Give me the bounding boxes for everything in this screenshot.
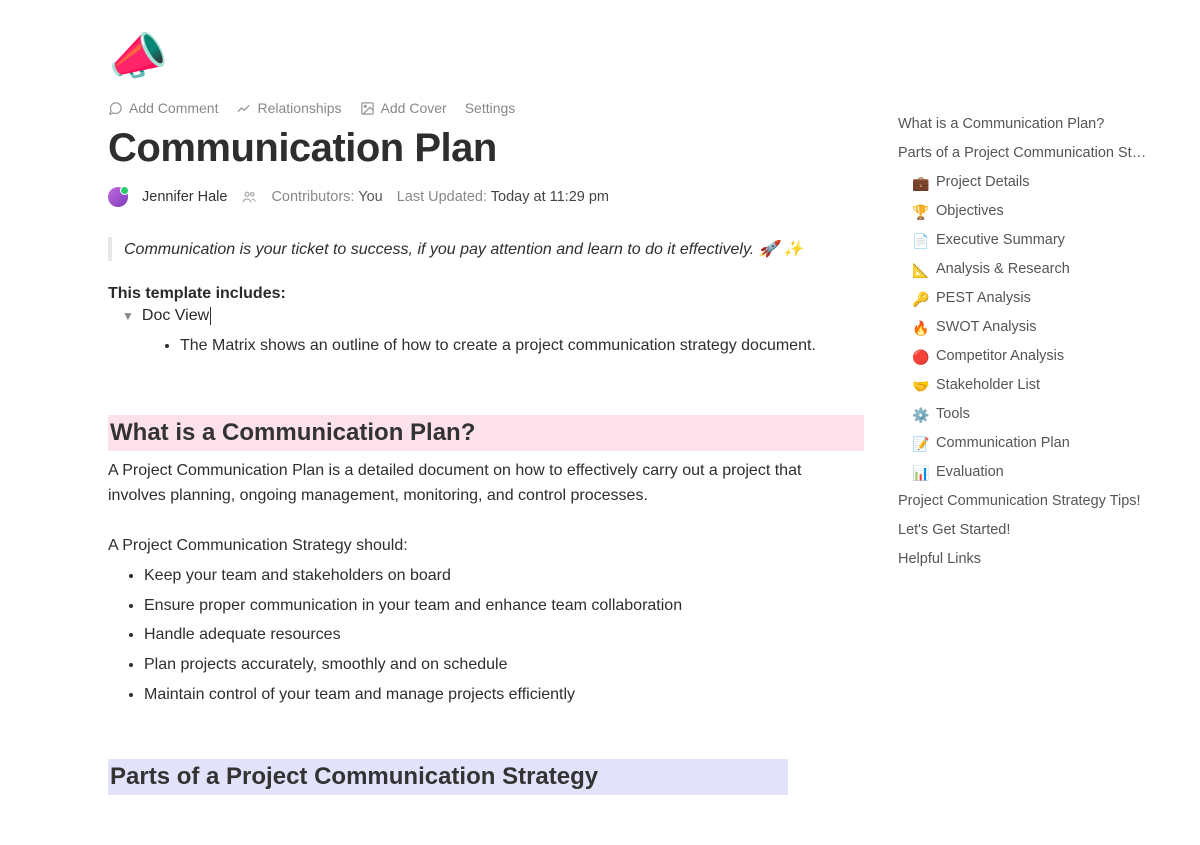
- page-toolbar: Add Comment Relationships Add Cover Sett…: [108, 100, 864, 116]
- handshake-icon: 🤝: [912, 372, 930, 400]
- outline-sub-link[interactable]: 💼Project Details: [898, 168, 1160, 197]
- list-item[interactable]: Handle adequate resources: [144, 620, 864, 650]
- settings-label: Settings: [465, 100, 516, 116]
- document-main: 📣 Add Comment Relationships Add Cover Se…: [108, 34, 864, 795]
- outline-link[interactable]: Project Communication Strategy Tips!: [898, 487, 1160, 516]
- page-meta: Jennifer Hale Contributors: You Last Upd…: [108, 187, 864, 207]
- outline-link[interactable]: Parts of a Project Communication St…: [898, 139, 1160, 168]
- relationships-button[interactable]: Relationships: [236, 100, 341, 116]
- image-icon: [360, 101, 375, 116]
- page-icon[interactable]: 📣: [105, 30, 171, 86]
- author-name[interactable]: Jennifer Hale: [142, 189, 227, 205]
- list-item[interactable]: Keep your team and stakeholders on board: [144, 561, 864, 591]
- outline-sub-label: SWOT Analysis: [936, 313, 1036, 342]
- outline-sub-label: Competitor Analysis: [936, 342, 1064, 371]
- doc-view-label: Doc View: [142, 307, 211, 325]
- section1-para[interactable]: A Project Communication Plan is a detail…: [108, 459, 848, 509]
- outline-sub-link[interactable]: 🤝Stakeholder List: [898, 371, 1160, 400]
- outline-sub-label: PEST Analysis: [936, 284, 1031, 313]
- add-cover-label: Add Cover: [381, 100, 447, 116]
- matrix-bullet[interactable]: The Matrix shows an outline of how to cr…: [180, 333, 864, 359]
- section1-bullets: Keep your team and stakeholders on board…: [108, 561, 864, 709]
- caret-down-icon: ▼: [122, 309, 134, 323]
- outline-sidebar: What is a Communication Plan? Parts of a…: [898, 110, 1160, 574]
- outline-sub-label: Project Details: [936, 168, 1029, 197]
- updated-label: Last Updated:: [397, 189, 487, 205]
- outline-sub-link[interactable]: 🔑PEST Analysis: [898, 284, 1160, 313]
- section-heading-parts[interactable]: Parts of a Project Communication Strateg…: [108, 759, 788, 795]
- section-heading-what-is[interactable]: What is a Communication Plan?: [108, 415, 864, 451]
- add-comment-button[interactable]: Add Comment: [108, 100, 218, 116]
- outline-sub-link[interactable]: 🔴Competitor Analysis: [898, 342, 1160, 371]
- comment-icon: [108, 101, 123, 116]
- updated-value: Today at 11:29 pm: [491, 189, 609, 205]
- settings-button[interactable]: Settings: [465, 100, 516, 116]
- red-circle-icon: 🔴: [912, 343, 930, 371]
- list-item[interactable]: Ensure proper communication in your team…: [144, 591, 864, 621]
- bar-chart-icon: 📊: [912, 459, 930, 487]
- quote-text: Communication is your ticket to success,…: [124, 241, 803, 258]
- memo-icon: 📝: [912, 430, 930, 458]
- outline-sub-label: Executive Summary: [936, 226, 1065, 255]
- add-cover-button[interactable]: Add Cover: [360, 100, 447, 116]
- outline-sub-label: Communication Plan: [936, 429, 1070, 458]
- outline-sub-link[interactable]: 🏆Objectives: [898, 197, 1160, 226]
- relationships-label: Relationships: [257, 100, 341, 116]
- outline-sub-label: Stakeholder List: [936, 371, 1040, 400]
- outline-sub-link[interactable]: 🔥SWOT Analysis: [898, 313, 1160, 342]
- briefcase-icon: 💼: [912, 169, 930, 197]
- outline-sub-link[interactable]: ⚙️Tools: [898, 400, 1160, 429]
- add-comment-label: Add Comment: [129, 100, 218, 116]
- doc-view-toggle[interactable]: ▼ Doc View: [108, 307, 864, 325]
- outline-sub-label: Evaluation: [936, 458, 1004, 487]
- outline-link[interactable]: What is a Communication Plan?: [898, 110, 1160, 139]
- outline-sub-link[interactable]: 📊Evaluation: [898, 458, 1160, 487]
- key-icon: 🔑: [912, 285, 930, 313]
- outline-link[interactable]: Let's Get Started!: [898, 516, 1160, 545]
- author-avatar[interactable]: [108, 187, 128, 207]
- outline-sub-link[interactable]: 📝Communication Plan: [898, 429, 1160, 458]
- contributors-label: Contributors:: [271, 189, 354, 205]
- contributors-icon: [241, 189, 257, 205]
- relationships-icon: [236, 101, 251, 116]
- fire-icon: 🔥: [912, 314, 930, 342]
- section1-should-label[interactable]: A Project Communication Strategy should:: [108, 534, 848, 559]
- outline-link[interactable]: Helpful Links: [898, 545, 1160, 574]
- outline-sub-label: Analysis & Research: [936, 255, 1070, 284]
- gear-icon: ⚙️: [912, 401, 930, 429]
- page-title[interactable]: Communication Plan: [108, 126, 864, 171]
- template-includes-heading[interactable]: This template includes:: [108, 285, 864, 303]
- page-icon: 📄: [912, 227, 930, 255]
- list-item[interactable]: Plan projects accurately, smoothly and o…: [144, 650, 864, 680]
- outline-sub-link[interactable]: 📄Executive Summary: [898, 226, 1160, 255]
- outline-sub-label: Objectives: [936, 197, 1004, 226]
- ruler-icon: 📐: [912, 256, 930, 284]
- list-item[interactable]: Maintain control of your team and manage…: [144, 680, 864, 710]
- quote-block[interactable]: Communication is your ticket to success,…: [108, 237, 864, 261]
- outline-sub-label: Tools: [936, 400, 970, 429]
- outline-sub-link[interactable]: 📐Analysis & Research: [898, 255, 1160, 284]
- contributors-value[interactable]: You: [358, 189, 382, 205]
- trophy-icon: 🏆: [912, 198, 930, 226]
- template-sub-bullets: The Matrix shows an outline of how to cr…: [108, 333, 864, 359]
